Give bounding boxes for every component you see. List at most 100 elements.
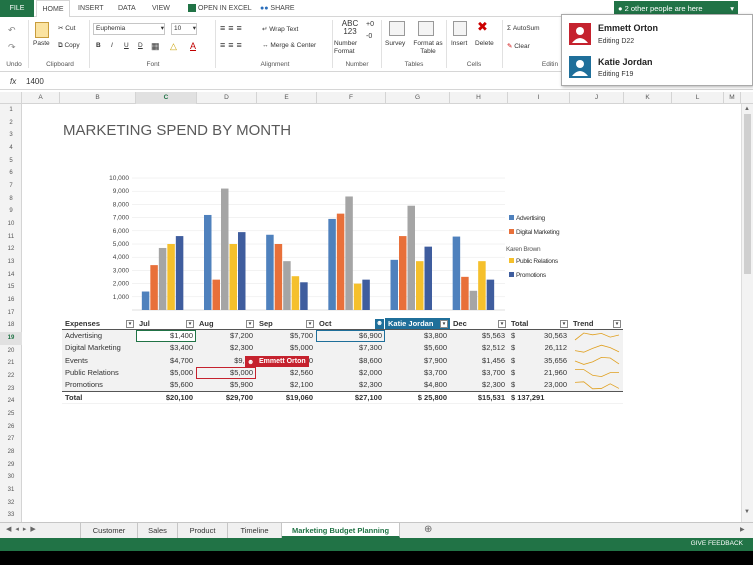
scroll-right-icon[interactable]: ▶ xyxy=(740,526,745,533)
decrease-decimal-icon[interactable]: -0 xyxy=(366,33,372,40)
table-header-cell[interactable]: Aug ▾ xyxy=(196,318,256,331)
sheet-tab-timeline[interactable]: Timeline xyxy=(228,523,282,538)
delete-button[interactable]: Delete xyxy=(475,40,494,47)
table-row-label[interactable]: Digital Marketing xyxy=(62,342,136,354)
table-total-cell[interactable]: $26,112 xyxy=(508,342,570,354)
table-header-cell[interactable]: Katie Jordan ▾ xyxy=(385,318,450,331)
number-format-button[interactable]: Number Format xyxy=(334,40,366,56)
table-cell[interactable]: $5,600 xyxy=(385,342,450,354)
table-cell[interactable]: $5,900 xyxy=(196,379,256,391)
tab-view[interactable]: VIEW xyxy=(146,0,176,17)
sheet-tab-marketing-budget-planning[interactable]: Marketing Budget Planning xyxy=(282,523,400,538)
table-header-cell[interactable]: Expenses ▾ xyxy=(62,318,136,331)
table-cell[interactable]: $6,900 xyxy=(316,330,385,343)
merge-center-button[interactable]: ↔ Merge & Center xyxy=(262,42,316,49)
scroll-down-icon[interactable]: ▼ xyxy=(744,509,750,515)
double-underline-button[interactable]: D xyxy=(138,42,143,49)
row-header-29[interactable]: 29 xyxy=(0,459,22,472)
row-header-16[interactable]: 16 xyxy=(0,294,22,307)
row-header-9[interactable]: 9 xyxy=(0,205,22,218)
formula-input[interactable]: 1400 xyxy=(26,77,44,86)
redo-icon[interactable]: ↷ xyxy=(8,42,16,53)
format-as-table-button[interactable]: Format as Table xyxy=(410,40,446,56)
fill-color-icon[interactable]: △ xyxy=(170,41,177,52)
row-header-2[interactable]: 2 xyxy=(0,117,22,130)
table-cell[interactable]: $2,512 xyxy=(450,342,508,354)
table-cell[interactable]: $5,600 xyxy=(136,379,196,391)
autosum-button[interactable]: Σ AutoSum xyxy=(507,25,540,32)
table-cell[interactable]: $4,700 xyxy=(136,355,196,367)
table-cell[interactable]: $2,560 xyxy=(256,367,316,379)
column-header-h[interactable]: H xyxy=(450,92,508,104)
tab-file[interactable]: FILE xyxy=(0,0,34,17)
table-total-cell[interactable]: $21,960 xyxy=(508,367,570,379)
row-header-20[interactable]: 20 xyxy=(0,345,22,358)
table-cell[interactable]: $3,700 xyxy=(385,367,450,379)
row-header-27[interactable]: 27 xyxy=(0,433,22,446)
scroll-up-icon[interactable]: ▲ xyxy=(744,106,750,112)
paste-icon[interactable] xyxy=(35,22,49,38)
table-header-cell[interactable]: Dec ▾ xyxy=(450,318,508,331)
column-header-k[interactable]: K xyxy=(624,92,672,104)
table-cell[interactable]: $2,300 xyxy=(450,379,508,391)
table-total-row-cell[interactable]: $15,531 xyxy=(450,391,508,404)
row-header-19[interactable]: 19 xyxy=(0,332,22,345)
row-header-33[interactable]: 33 xyxy=(0,509,22,522)
select-all-corner[interactable] xyxy=(0,92,22,104)
row-header-13[interactable]: 13 xyxy=(0,256,22,269)
scrollbar-thumb[interactable] xyxy=(744,114,751,274)
row-header-28[interactable]: 28 xyxy=(0,446,22,459)
font-color-icon[interactable]: A xyxy=(190,41,196,51)
column-header-j[interactable]: J xyxy=(570,92,624,104)
add-sheet-icon[interactable]: ⊕ xyxy=(424,524,432,535)
table-cell[interactable]: $1,400 xyxy=(136,330,196,343)
row-header-4[interactable]: 4 xyxy=(0,142,22,155)
filter-dropdown-icon[interactable]: ▾ xyxy=(306,320,314,328)
column-header-l[interactable]: L xyxy=(672,92,724,104)
row-header-24[interactable]: 24 xyxy=(0,395,22,408)
row-header-8[interactable]: 8 xyxy=(0,193,22,206)
bold-button[interactable]: B xyxy=(96,42,101,49)
table-header-cell[interactable]: Total ▾ xyxy=(508,318,570,331)
sheet-tab-sales[interactable]: Sales xyxy=(138,523,178,538)
table-cell[interactable]: $5,563 xyxy=(450,330,508,342)
table-row-label[interactable]: Advertising xyxy=(62,330,136,342)
filter-dropdown-icon[interactable]: ▾ xyxy=(246,320,254,328)
sheet-tab-customer[interactable]: Customer xyxy=(80,523,138,538)
column-header-c[interactable]: C xyxy=(136,92,197,104)
tab-insert[interactable]: INSERT xyxy=(72,0,110,17)
font-name-select[interactable]: Euphemia ▾ xyxy=(93,23,165,35)
row-header-31[interactable]: 31 xyxy=(0,484,22,497)
increase-decimal-icon[interactable]: +0 xyxy=(366,21,374,28)
horizontal-align-icons[interactable]: ≡≡≡ xyxy=(220,40,245,50)
row-header-14[interactable]: 14 xyxy=(0,269,22,282)
column-header-d[interactable]: D xyxy=(197,92,257,104)
table-cell[interactable]: $3,700 xyxy=(450,367,508,379)
row-header-23[interactable]: 23 xyxy=(0,383,22,396)
row-header-22[interactable]: 22 xyxy=(0,370,22,383)
table-cell[interactable]: $4,800 xyxy=(385,379,450,391)
table-cell[interactable]: $5,000 xyxy=(256,342,316,354)
table-cell[interactable]: $2,000 xyxy=(316,367,385,379)
table-total-row-cell[interactable]: $19,060 xyxy=(256,391,316,404)
table-total-row-cell[interactable]: $20,100 xyxy=(136,391,196,404)
filter-dropdown-icon[interactable]: ▾ xyxy=(126,320,134,328)
row-header-12[interactable]: 12 xyxy=(0,243,22,256)
filter-dropdown-icon[interactable]: ▾ xyxy=(186,320,194,328)
row-header-32[interactable]: 32 xyxy=(0,497,22,510)
filter-dropdown-icon[interactable]: ▾ xyxy=(560,320,568,328)
borders-icon[interactable]: ▦ xyxy=(151,41,160,52)
table-row-label[interactable]: Public Relations xyxy=(62,367,136,379)
row-header-10[interactable]: 10 xyxy=(0,218,22,231)
sheet-nav-icons[interactable]: ◀◂▸▶ xyxy=(6,525,40,533)
table-cell[interactable]: $2,300 xyxy=(196,342,256,354)
table-header-cell[interactable]: Jul ▾ xyxy=(136,318,196,331)
table-cell[interactable]: $3,800 xyxy=(385,330,450,342)
table-total-row-cell[interactable]: $27,100 xyxy=(316,391,385,404)
table-header-cell[interactable]: Sep ▾ xyxy=(256,318,316,331)
copy-button[interactable]: ⧉ Copy xyxy=(58,42,80,50)
table-total-row-cell[interactable]: $ 25,800 xyxy=(385,391,450,404)
share-link[interactable]: ●● SHARE xyxy=(254,0,301,17)
row-header-21[interactable]: 21 xyxy=(0,357,22,370)
cut-button[interactable]: ✂ Cut xyxy=(58,24,75,32)
